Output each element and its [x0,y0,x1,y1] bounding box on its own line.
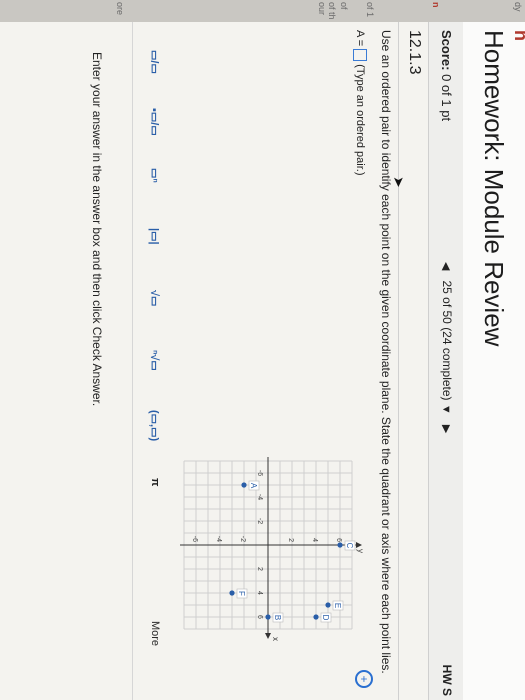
point-label-a: A [249,483,258,489]
side-label: ore [115,2,125,16]
question-number: 12.1.3 [406,30,423,75]
answer-input[interactable] [353,49,367,62]
x-tick-label: -4 [256,494,263,500]
left-side-panel: dy n of 1 of of th our ore [0,0,525,22]
data-point-d [313,614,319,620]
answer-hint: (Type an ordered pair.) [354,64,367,176]
footer-instruction: Enter your answer in the answer box and … [90,52,104,407]
exponent-icon[interactable]: ▭ⁿ [148,168,161,183]
y-tick-label: -2 [239,536,246,542]
question-instruction: Use an ordered pair to identify each poi… [379,30,393,674]
side-label: of [339,2,349,10]
answer-prefix: A = [354,30,367,47]
page-header: h Homework: Module Review [462,22,525,700]
y-axis-label: y [356,549,363,553]
side-label: of th [327,2,337,20]
point-label-d: D [321,615,330,621]
pi-icon[interactable]: π [149,478,161,486]
data-point-e [325,602,331,608]
question-navigator: ◀ 25 of 50 (24 complete) ▼ ▶ [440,262,454,433]
data-point-a [241,482,247,488]
mixed-number-icon[interactable]: ▪▭/▭ [148,108,161,136]
x-tick-label: 4 [256,591,263,595]
side-label: n [431,2,441,8]
x-tick-label: 6 [256,615,263,619]
score: Score: 0 of 1 pt [439,30,454,121]
point-label-e: E [333,603,342,608]
homework-label: HW S [440,664,454,696]
side-label: dy [513,2,523,12]
absolute-value-icon[interactable]: |▭| [148,228,161,245]
point-label-c: C [345,543,354,549]
sqrt-icon[interactable]: √▭ [148,290,161,306]
mouse-cursor-icon: ➤ [391,176,407,188]
y-tick-label: 4 [311,538,318,542]
next-question-icon[interactable]: ▶ [440,425,452,433]
question-header: 12.1.3 [398,22,429,700]
y-tick-label: 2 [287,538,294,542]
point-label-f: F [237,591,246,596]
side-label: of 1 [365,2,375,18]
x-axis-label: x [271,637,280,641]
answer-row: A = (Type an ordered pair.) [353,30,367,176]
homework-page: dy n of 1 of of th our ore h Homework: M… [0,0,525,700]
data-point-b [265,614,271,620]
brand-mark: h [511,30,525,60]
zoom-icon[interactable]: + [355,670,373,688]
score-label: Score: [439,30,454,71]
fraction-icon[interactable]: ▭/▭ [148,50,161,74]
page-title: Homework: Module Review [479,30,509,347]
nth-root-icon[interactable]: ⁿ√▭ [148,350,161,371]
point-label-b: B [273,615,282,620]
question-list-dropdown-icon[interactable]: ▼ [440,404,452,415]
previous-question-icon[interactable]: ◀ [440,262,452,270]
y-axis-arrow [356,542,362,548]
x-tick-label: -6 [256,470,263,476]
data-point-c [337,542,343,548]
page-footer: Enter your answer in the answer box and … [0,22,133,700]
y-tick-label: -6 [191,536,198,542]
y-tick-label: -4 [215,536,222,542]
x-tick-label: 2 [256,567,263,571]
math-toolbar: ▭/▭ ▪▭/▭ ▭ⁿ |▭| √▭ ⁿ√▭ (▭,▭) π More [133,22,173,700]
question-progress: 25 of 50 (24 complete) [440,280,454,401]
side-label: our [317,2,327,16]
data-point-f [229,590,235,596]
coordinate-plane: x y -6 -4 -2 2 4 6 -6 -4 -2 2 4 6 A B C D E F [180,457,363,641]
x-tick-label: -2 [256,518,263,524]
y-tick-label: 6 [335,538,342,542]
screenshot-stage: dy n of 1 of of th our ore h Homework: M… [0,0,525,700]
score-bar: Score: 0 of 1 pt ◀ 25 of 50 (24 complete… [428,22,463,700]
more-button[interactable]: More [149,621,161,646]
score-value: 0 of 1 pt [439,74,454,122]
ordered-pair-icon[interactable]: (▭,▭) [148,410,161,441]
